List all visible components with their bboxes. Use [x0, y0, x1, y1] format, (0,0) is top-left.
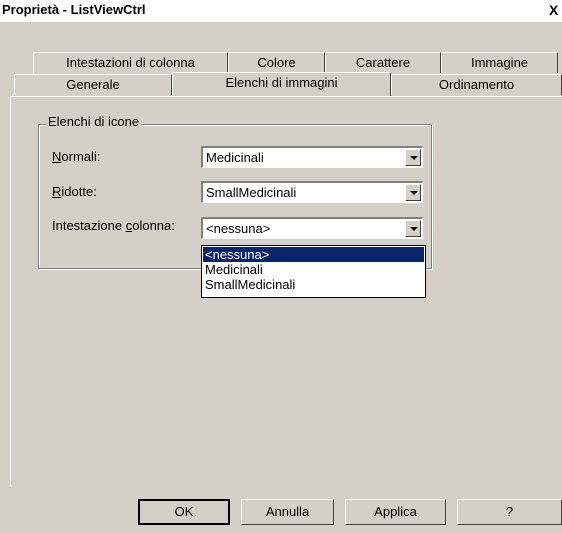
header-label: Intestazione colonna: — [52, 218, 175, 233]
tab-generale[interactable]: Generale — [14, 74, 172, 95]
tab-elenchi-immagini[interactable]: Elenchi di immagini — [172, 72, 391, 96]
tab-intestazioni-colonna[interactable]: Intestazioni di colonna — [33, 52, 228, 73]
dropdown-option-nessuna[interactable]: <nessuna> — [203, 247, 424, 262]
group-title: Elenchi di icone — [46, 114, 142, 129]
small-label-text: idotte: — [61, 184, 97, 199]
header-combo[interactable]: <nessuna> — [201, 217, 423, 239]
apply-button[interactable]: Applica — [345, 499, 446, 525]
normal-label-text: ormali: — [61, 149, 101, 164]
close-icon[interactable]: X — [549, 1, 562, 19]
dropdown-option-medicinali[interactable]: Medicinali — [203, 262, 424, 277]
mnemonic-n: N — [52, 149, 62, 164]
mnemonic-r: R — [52, 184, 62, 199]
header-label-prefix: Intestazione — [52, 218, 126, 233]
tab-ordinamento[interactable]: Ordinamento — [391, 74, 562, 95]
window-title: Proprietà - ListViewCtrl — [2, 2, 146, 17]
cancel-button[interactable]: Annulla — [241, 499, 334, 525]
normal-label: Normali: — [52, 149, 100, 164]
small-combo[interactable]: SmallMedicinali — [201, 181, 423, 203]
tab-carattere[interactable]: Carattere — [325, 52, 441, 73]
ok-button[interactable]: OK — [138, 499, 230, 525]
header-dropdown-list: <nessuna> Medicinali SmallMedicinali — [201, 245, 426, 298]
dropdown-option-smallmedicinali[interactable]: SmallMedicinali — [203, 277, 424, 292]
small-value: SmallMedicinali — [206, 185, 297, 200]
header-value: <nessuna> — [206, 221, 271, 236]
chevron-down-icon[interactable] — [405, 184, 421, 201]
tab-immagine[interactable]: Immagine — [441, 52, 558, 73]
small-label: Ridotte: — [52, 184, 97, 199]
chevron-down-icon[interactable] — [405, 149, 421, 166]
normal-value: Medicinali — [206, 150, 264, 165]
tab-colore[interactable]: Colore — [228, 52, 325, 73]
help-button[interactable]: ? — [457, 499, 562, 525]
header-label-text: olonna: — [132, 218, 175, 233]
normal-combo[interactable]: Medicinali — [201, 146, 423, 168]
chevron-down-icon[interactable] — [405, 220, 421, 237]
